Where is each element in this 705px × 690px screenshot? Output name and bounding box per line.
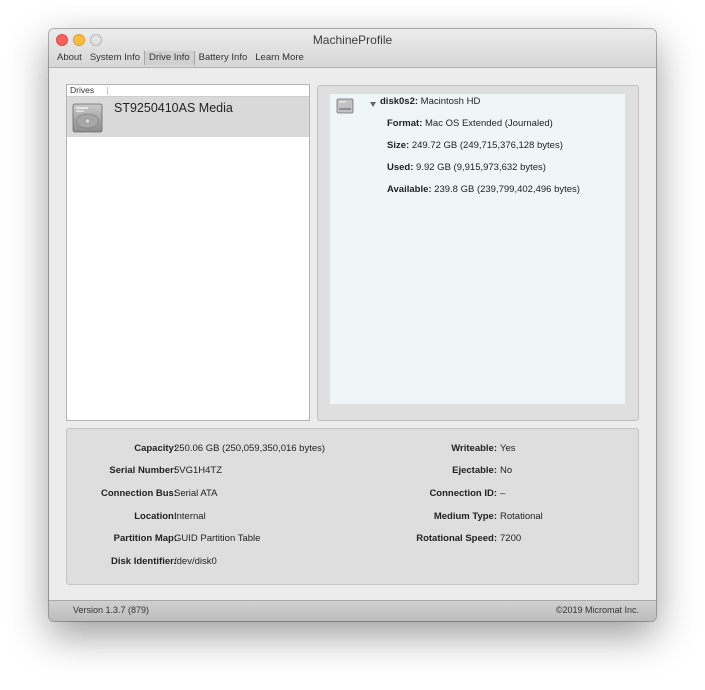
connection-id-value: – bbox=[500, 488, 506, 499]
connection-bus-label: Connection Bus: bbox=[101, 488, 177, 499]
tab-learn-more[interactable]: Learn More bbox=[251, 51, 308, 65]
volume-used: Used: 9.92 GB (9,915,973,632 bytes) bbox=[387, 162, 546, 173]
volume-detail-panel: disk0s2: Macintosh HD Format: Mac OS Ext… bbox=[317, 85, 639, 421]
writeable-label: Writeable: bbox=[451, 443, 497, 454]
volume-format: Format: Mac OS Extended (Journaled) bbox=[387, 118, 553, 129]
volume-name: Macintosh HD bbox=[420, 96, 481, 107]
rotational-speed-value: 7200 bbox=[500, 533, 522, 544]
volume-format-value: Mac OS Extended (Journaled) bbox=[425, 118, 553, 129]
location-value: Internal bbox=[174, 511, 206, 522]
disk-identifier-value: /dev/disk0 bbox=[174, 556, 217, 567]
volume-available: Available: 239.8 GB (239,799,402,496 byt… bbox=[387, 184, 580, 195]
status-bar: Version 1.3.7 (879) ©2019 Micromat Inc. bbox=[49, 600, 656, 621]
app-window: MachineProfile About System Info Drive I… bbox=[49, 29, 656, 621]
volume-used-value: 9.92 GB (9,915,973,632 bytes) bbox=[416, 162, 546, 173]
hard-drive-icon bbox=[72, 103, 103, 133]
serial-number-value: 5VG1H4TZ bbox=[174, 465, 223, 476]
rotational-speed-label: Rotational Speed: bbox=[416, 533, 497, 544]
medium-type-value: Rotational bbox=[500, 511, 543, 522]
partition-map-value: GUID Partition Table bbox=[174, 533, 261, 544]
title-bar[interactable]: MachineProfile About System Info Drive I… bbox=[49, 29, 656, 68]
window-title: MachineProfile bbox=[312, 33, 393, 47]
ejectable-label: Ejectable: bbox=[452, 465, 497, 476]
drive-list-item[interactable]: ST9250410AS Media bbox=[67, 97, 309, 137]
volume-detail-view: disk0s2: Macintosh HD Format: Mac OS Ext… bbox=[330, 94, 625, 404]
tab-about[interactable]: About bbox=[53, 51, 86, 65]
tab-drive-info[interactable]: Drive Info bbox=[144, 51, 195, 65]
volume-used-label: Used: bbox=[387, 162, 414, 173]
disk-identifier-label: Disk Identifier: bbox=[111, 556, 177, 567]
medium-type-label: Medium Type: bbox=[433, 511, 497, 522]
partition-map-label: Partition Map: bbox=[113, 533, 177, 544]
volume-size: Size: 249.72 GB (249,715,376,128 bytes) bbox=[387, 140, 563, 151]
drive-name: ST9250410AS Media bbox=[114, 101, 233, 115]
drives-list: Drives ST9250410AS Media bbox=[66, 84, 310, 421]
drives-column-header[interactable]: Drives bbox=[67, 85, 309, 97]
volume-available-value: 239.8 GB (239,799,402,496 bytes) bbox=[434, 184, 580, 195]
connection-bus-value: Serial ATA bbox=[174, 488, 218, 499]
copyright-text: ©2019 Micromat Inc. bbox=[555, 605, 639, 615]
serial-number-label: Serial Number: bbox=[109, 465, 177, 476]
capacity-value: 250.06 GB (250,059,350,016 bytes) bbox=[174, 443, 326, 454]
version-text: Version 1.3.7 (879) bbox=[73, 605, 150, 615]
writeable-value: Yes bbox=[500, 443, 516, 454]
volume-id-label: disk0s2: bbox=[380, 96, 419, 107]
volume-size-value: 249.72 GB (249,715,376,128 bytes) bbox=[411, 140, 563, 151]
volume-available-label: Available: bbox=[387, 184, 432, 195]
tab-system-info[interactable]: System Info bbox=[86, 51, 144, 65]
tab-battery-info[interactable]: Battery Info bbox=[195, 51, 252, 65]
drive-info-panel: Capacity: 250.06 GB (250,059,350,016 byt… bbox=[66, 428, 639, 585]
volume-icon bbox=[336, 98, 354, 114]
volume-size-label: Size: bbox=[387, 140, 410, 151]
ejectable-value: No bbox=[500, 465, 513, 476]
connection-id-label: Connection ID: bbox=[429, 488, 497, 499]
disclosure-triangle-icon[interactable] bbox=[370, 102, 376, 107]
tab-bar: About System Info Drive Info Battery Inf… bbox=[53, 51, 308, 65]
volume-format-label: Format: bbox=[387, 118, 423, 129]
volume-title: disk0s2: Macintosh HD bbox=[380, 96, 480, 107]
capacity-label: Capacity: bbox=[134, 443, 177, 454]
location-label: Location: bbox=[134, 511, 177, 522]
